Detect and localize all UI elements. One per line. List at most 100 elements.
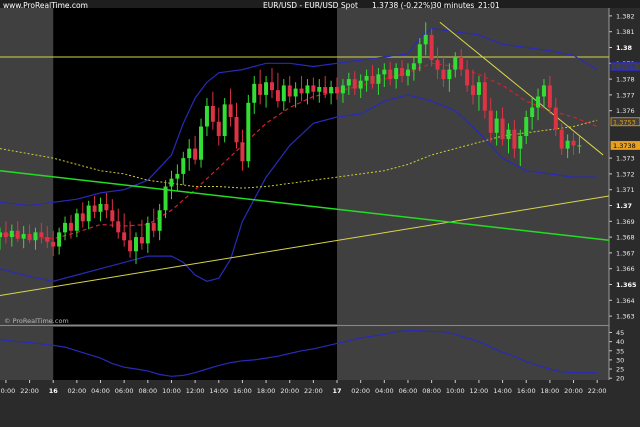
time-label: 21:01	[478, 1, 500, 10]
candle-body	[518, 135, 523, 149]
candle-body	[565, 140, 570, 149]
candle-body	[506, 129, 511, 140]
candle-body	[128, 240, 133, 252]
candle-body	[423, 34, 428, 45]
price-tag: 1.3753	[610, 117, 640, 126]
candle-body	[133, 237, 138, 252]
timeframe-label: 30 minutes	[432, 1, 475, 10]
candle-body	[234, 117, 239, 143]
candle-body	[394, 68, 399, 80]
candle-body	[27, 233, 32, 241]
candle-body	[405, 69, 410, 76]
candle-body	[33, 232, 38, 241]
x-tick-label: 06:00	[115, 387, 134, 395]
candle-body	[571, 140, 576, 146]
candle-body	[323, 87, 328, 94]
candle-body	[204, 105, 209, 127]
y-tick-label: 1.38	[616, 44, 633, 52]
candle-body	[299, 88, 304, 94]
candle-body	[317, 87, 322, 92]
x-tick-label: 12:00	[470, 387, 489, 395]
candle-body	[512, 129, 517, 149]
y-tick-label: 1.363	[616, 313, 635, 321]
oscillator-y-tick-label: 40	[616, 338, 624, 346]
candle-body	[169, 178, 174, 187]
y-tick-label: 1.378	[616, 76, 635, 84]
candle-body	[553, 107, 558, 130]
candle-body	[157, 210, 162, 231]
candle-body	[577, 145, 582, 147]
candle-body	[488, 110, 493, 133]
chart-canvas: 1.3631.3641.3651.3661.3671.3681.3691.371…	[0, 0, 640, 427]
candle-body	[311, 85, 316, 92]
price-tag: 1.3738	[610, 141, 640, 150]
x-tick-label: 16:00	[517, 387, 536, 395]
price-tag: 1.3788	[610, 62, 640, 71]
candle-body	[163, 186, 168, 211]
candle-body	[199, 126, 204, 160]
y-tick-label: 1.381	[616, 28, 635, 36]
session-shading	[53, 8, 338, 324]
candle-body	[110, 210, 115, 222]
candle-body	[139, 237, 144, 244]
candle-body	[376, 74, 381, 84]
candle-body	[258, 83, 263, 95]
y-tick-label: 1.364	[616, 297, 635, 305]
candle	[246, 94, 251, 168]
candle-body	[228, 104, 233, 118]
x-tick-label: 22:00	[20, 387, 39, 395]
x-tick-label: 18:00	[257, 387, 276, 395]
watermark: © ProRealTime.com	[4, 317, 69, 325]
x-tick-label: 10:00	[162, 387, 181, 395]
candle-body	[252, 83, 257, 103]
y-tick-label: 1.366	[616, 265, 635, 273]
candle-body	[246, 102, 251, 162]
oscillator-y-tick-label: 35	[616, 347, 624, 355]
candle-body	[80, 213, 85, 222]
y-tick-label: 1.368	[616, 234, 635, 242]
y-tick-label: 1.377	[616, 91, 635, 99]
candle-body	[145, 222, 150, 244]
candle-body	[465, 69, 470, 86]
candle-body	[175, 173, 180, 179]
candle-body	[210, 105, 215, 122]
price-tag-label: 1.3753	[613, 118, 636, 126]
candle-body	[335, 87, 340, 94]
candle-body	[346, 79, 351, 86]
candle-body	[45, 237, 50, 242]
candle	[222, 98, 227, 143]
x-tick-label: 12:00	[186, 387, 205, 395]
x-tick-label: 14:00	[493, 387, 512, 395]
x-tick-label: 10:00	[446, 387, 465, 395]
y-tick-label: 1.367	[616, 249, 635, 257]
candle-body	[441, 69, 446, 80]
candle-body	[21, 233, 26, 239]
price-tag-label: 1.3788	[613, 63, 636, 71]
candle-body	[500, 118, 505, 140]
candle-body	[482, 82, 487, 111]
y-tick-label: 1.373	[616, 155, 635, 163]
x-tick-label: 22:00	[588, 387, 607, 395]
y-tick-label: 1.365	[616, 281, 637, 289]
price-tag-label: 1.3738	[613, 142, 636, 150]
candle-body	[104, 203, 109, 211]
candle-body	[264, 82, 269, 95]
candle-body	[15, 230, 20, 239]
x-tick-label: 18:00	[541, 387, 560, 395]
x-tick-label: 17	[332, 387, 341, 395]
candle-body	[547, 85, 552, 108]
candle-body	[459, 56, 464, 70]
oscillator-y-tick-label: 25	[616, 366, 624, 374]
candle-body	[358, 80, 363, 89]
oscillator-y-tick-label: 30	[616, 356, 624, 364]
candle-body	[181, 158, 186, 174]
candle-body	[429, 34, 434, 61]
candle-body	[453, 56, 458, 70]
candle-body	[364, 75, 369, 81]
session-shading	[53, 327, 338, 380]
x-tick-label: 20:00	[564, 387, 583, 395]
candle-body	[86, 205, 91, 222]
candle-body	[382, 69, 387, 75]
candle-body	[411, 63, 416, 70]
x-tick-label: 20:00	[0, 387, 15, 395]
